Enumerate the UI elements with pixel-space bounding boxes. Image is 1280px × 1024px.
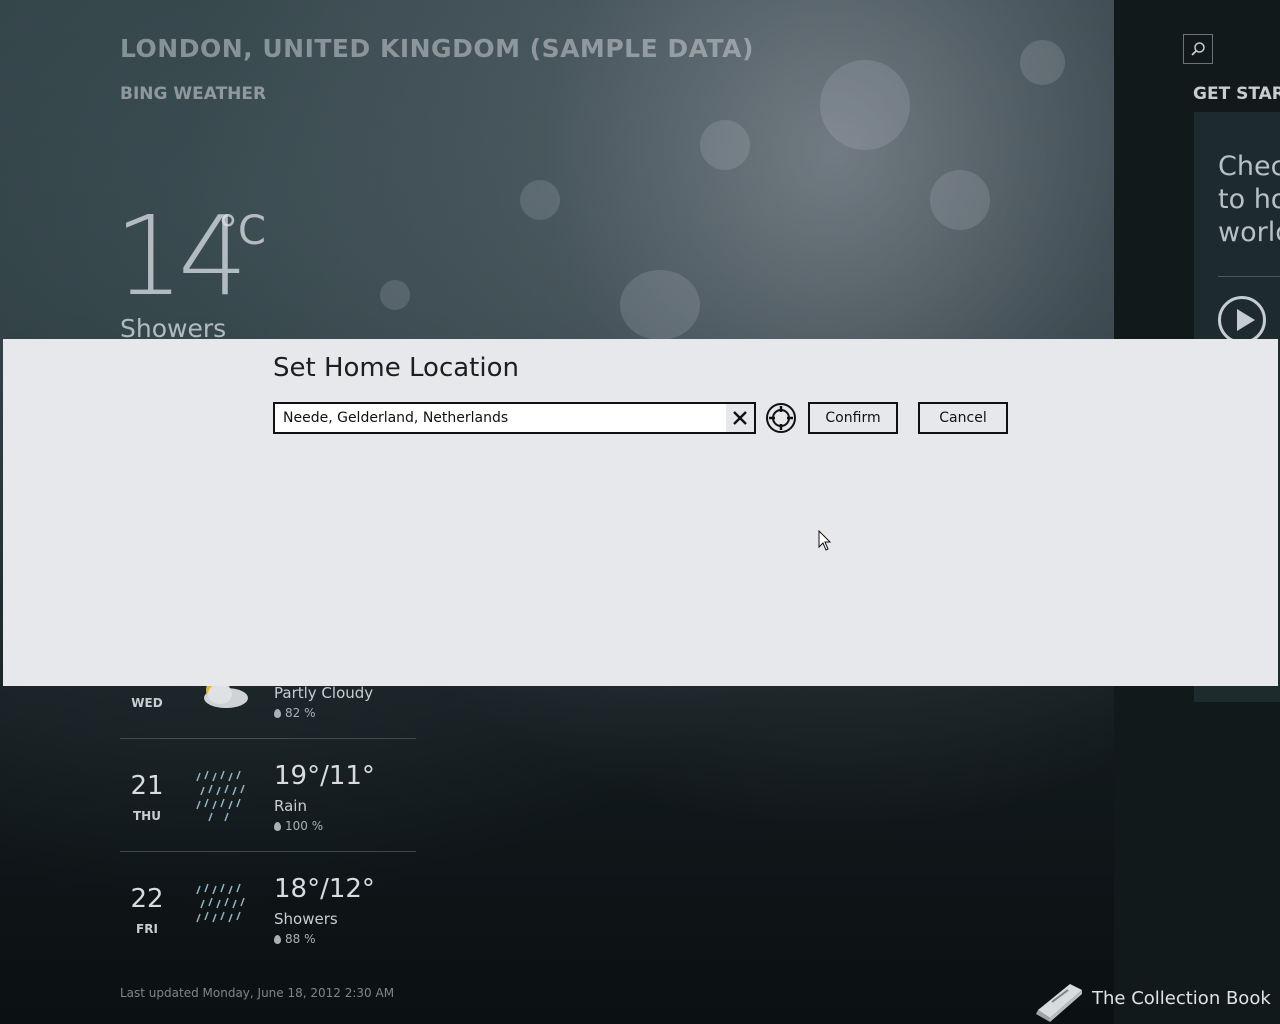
dialog-title: Set Home Location [273, 353, 519, 383]
rain-icon [196, 770, 245, 822]
app-name: BING WEATHER [120, 84, 267, 104]
forecast-condition: Partly Cloudy [274, 684, 374, 702]
location-title: LONDON, UNITED KINGDOM (SAMPLE DATA) [120, 34, 754, 63]
close-icon [733, 411, 747, 425]
detect-location-button[interactable] [765, 402, 797, 434]
forecast-date: 21 [130, 771, 164, 801]
play-icon[interactable] [1218, 296, 1266, 344]
confirm-button[interactable]: Confirm [808, 402, 898, 434]
collection-book-label: The Collection Book [1092, 988, 1271, 1009]
set-home-location-dialog: Set Home Location Confirm Cancel [3, 339, 1278, 686]
book-icon [1036, 984, 1082, 1022]
drop-icon [274, 822, 281, 831]
forecast-day: WED [131, 696, 163, 710]
mouse-cursor-icon [818, 530, 832, 551]
last-updated: Last updated Monday, June 18, 2012 2:30 … [120, 986, 395, 1000]
forecast-condition: Rain [274, 797, 307, 815]
showers-icon [196, 883, 245, 923]
forecast-date: 22 [130, 884, 164, 914]
forecast-temps: 18°/12° [274, 874, 375, 904]
forecast-precip: 88 % [274, 932, 316, 946]
clear-button[interactable] [726, 404, 754, 432]
temperature-unit: °C [218, 208, 266, 254]
drop-icon [274, 709, 281, 718]
get-started-heading: GET STARTED [1193, 84, 1280, 104]
forecast-row: 21 THU 19°/11° Rain 100 % [120, 739, 416, 852]
drop-icon [274, 935, 281, 944]
collection-book-link[interactable]: The Collection Book [1030, 976, 1271, 1024]
tile-divider [1218, 276, 1280, 277]
search-icon [1191, 42, 1205, 56]
forecast-day: FRI [136, 922, 158, 936]
tile-text: Chec to ho world [1218, 151, 1280, 248]
forecast-precip: 82 % [274, 706, 316, 720]
forecast-condition: Showers [274, 910, 338, 928]
forecast-temps: 19°/11° [274, 761, 375, 791]
locate-icon [766, 403, 796, 433]
location-input[interactable] [275, 404, 725, 432]
cancel-button[interactable]: Cancel [918, 402, 1008, 434]
search-button[interactable] [1183, 34, 1213, 64]
location-input-box [273, 402, 756, 434]
forecast-row: 22 FRI 18°/12° Showers 88 % [120, 852, 416, 964]
forecast-precip: 100 % [274, 819, 323, 833]
forecast-day: THU [133, 809, 161, 823]
